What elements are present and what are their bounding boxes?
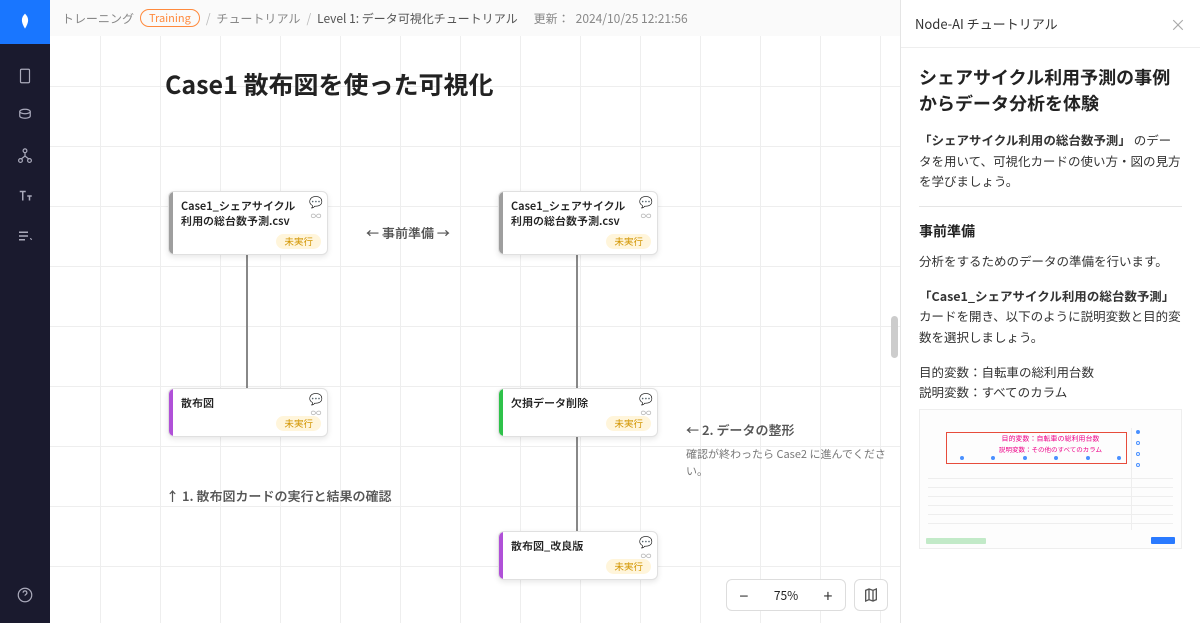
node-scatter[interactable]: 💬 ∞ 散布図 未実行: [168, 388, 328, 437]
comment-icon[interactable]: 💬: [639, 536, 653, 548]
breadcrumb-root[interactable]: トレーニング: [62, 10, 134, 27]
tutorial-panel: Node-AI チュートリアル × シェアサイクル利用予測の事例からデータ分析を…: [900, 0, 1200, 623]
annotation-step1: ↑ 1. 散布図カードの実行と結果の確認: [166, 486, 391, 505]
panel-title: Node-AI チュートリアル: [915, 14, 1058, 33]
vars: 目的変数：自転車の総利用台数 説明変数：すべてのカラム: [919, 362, 1182, 403]
zoom-in-button[interactable]: +: [811, 580, 845, 610]
zoom-out-button[interactable]: −: [727, 580, 761, 610]
breadcrumb-sep: /: [306, 10, 311, 27]
link-icon[interactable]: ∞: [639, 550, 653, 562]
node-status: 未実行: [606, 234, 651, 249]
panel-heading: シェアサイクル利用予測の事例からデータ分析を体験: [919, 64, 1182, 116]
main: トレーニング Training / チュートリアル / Level 1: データ…: [50, 0, 900, 623]
vars-line2: 説明変数：すべてのカラム: [919, 382, 1067, 401]
scrollbar-thumb[interactable]: [891, 316, 898, 358]
canvas-title: Case1 散布図を使った可視化: [165, 66, 494, 102]
link-icon[interactable]: ∞: [309, 210, 323, 222]
divider: [919, 206, 1182, 207]
section-p2: 「Case1_シェアサイクル利用の総台数予測」 カードを開き、以下のように説明変…: [919, 286, 1182, 348]
edge: [246, 241, 248, 391]
panel-intro: 「シェアサイクル利用の総台数予測」 のデータを用いて、可視化カードの使い方・図の…: [919, 130, 1182, 192]
node-clean[interactable]: 💬 ∞ 欠損データ削除 未実行: [498, 388, 658, 437]
nav-text-icon[interactable]: [0, 176, 50, 216]
comment-icon[interactable]: 💬: [639, 393, 653, 405]
updated-label: 更新：: [534, 10, 570, 27]
breadcrumb-leaf: Level 1: データ可視化チュートリアル: [317, 10, 518, 27]
section-p1: 分析をするためのデータの準備を行います。: [919, 251, 1182, 272]
link-icon[interactable]: ∞: [639, 407, 653, 419]
instruction-thumbnail: 目的変数：自転車の総利用台数 説明変数：その他のすべてのカラム: [919, 409, 1182, 549]
vars-line1: 目的変数：自転車の総利用台数: [919, 362, 1094, 381]
edge: [576, 241, 578, 391]
help-icon[interactable]: [0, 575, 50, 615]
breadcrumb: トレーニング Training / チュートリアル / Level 1: データ…: [50, 0, 900, 36]
icon-sidebar: [0, 0, 50, 623]
node-title: 散布図_改良版: [511, 539, 651, 554]
annotation-step2-sub: 確認が終わったら Case2 に進んでください。: [686, 446, 886, 479]
node-data1[interactable]: 💬 ∞ Case1_シェアサイクル利用の総台数予測.csv 未実行: [168, 191, 328, 255]
zoom-controls: − 75% +: [726, 579, 888, 611]
comment-icon[interactable]: 💬: [639, 196, 653, 208]
training-badge: Training: [140, 9, 200, 27]
node-status: 未実行: [276, 234, 321, 249]
breadcrumb-sep: /: [206, 10, 211, 27]
breadcrumb-mid[interactable]: チュートリアル: [217, 10, 301, 27]
nav-flow-icon[interactable]: [0, 136, 50, 176]
annotation-prep: ← 事前準備 →: [366, 223, 450, 242]
p2-rest: カードを開き、以下のように説明変数と目的変数を選択しましょう。: [919, 306, 1181, 346]
comment-icon[interactable]: 💬: [309, 393, 323, 405]
close-icon[interactable]: ×: [1170, 12, 1186, 36]
link-icon[interactable]: ∞: [639, 210, 653, 222]
comment-icon[interactable]: 💬: [309, 196, 323, 208]
section-title: 事前準備: [919, 221, 1182, 241]
p2-bold: 「Case1_シェアサイクル利用の総台数予測」: [919, 286, 1174, 305]
node-title: Case1_シェアサイクル利用の総台数予測.csv: [511, 199, 651, 229]
node-data2[interactable]: 💬 ∞ Case1_シェアサイクル利用の総台数予測.csv 未実行: [498, 191, 658, 255]
intro-bold: 「シェアサイクル利用の総台数予測」: [919, 130, 1131, 149]
thumb-dots: [960, 456, 1121, 460]
annotation-step2: ← 2. データの整形: [686, 420, 794, 439]
nav-file-icon[interactable]: [0, 56, 50, 96]
logo[interactable]: [0, 0, 50, 44]
nav-data-icon[interactable]: [0, 96, 50, 136]
node-scatter2[interactable]: 💬 ∞ 散布図_改良版 未実行: [498, 531, 658, 580]
nav-list-icon[interactable]: [0, 216, 50, 256]
node-title: 散布図: [181, 396, 321, 411]
thumb-table: [928, 470, 1173, 530]
link-icon[interactable]: ∞: [309, 407, 323, 419]
updated-value: 2024/10/25 12:21:56: [576, 10, 688, 27]
zoom-value: 75%: [761, 587, 811, 604]
node-title: Case1_シェアサイクル利用の総台数予測.csv: [181, 199, 321, 229]
minimap-button[interactable]: [854, 579, 888, 611]
edge: [576, 436, 578, 534]
node-title: 欠損データ削除: [511, 396, 651, 411]
canvas[interactable]: Case1 散布図を使った可視化 💬 ∞ Case1_シェアサイクル利用の総台数…: [50, 36, 900, 623]
